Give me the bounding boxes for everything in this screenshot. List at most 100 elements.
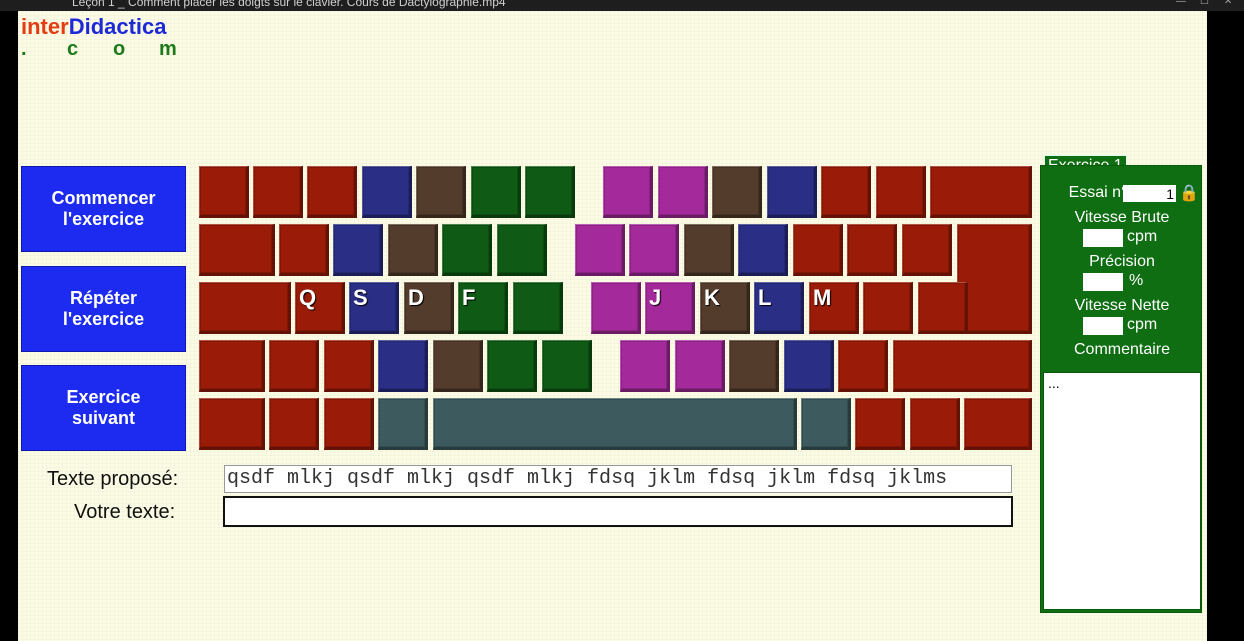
vitesse-brute-label: Vitesse Brute [1074, 209, 1170, 226]
key [784, 340, 834, 392]
logo-m: m [159, 38, 177, 60]
key [199, 166, 249, 218]
key [388, 224, 438, 276]
key-g [513, 282, 563, 334]
key [307, 166, 357, 218]
next-exercise-label: Exercice suivant [66, 387, 141, 428]
precision-unit: % [1129, 272, 1144, 289]
key-left-shift [199, 340, 265, 392]
key-f: F [458, 282, 508, 334]
key-f-label: F [462, 285, 476, 310]
key [767, 166, 817, 218]
key [712, 166, 762, 218]
typing-app: interDidactica . c o m Commencer l'exercice… [18, 11, 1207, 641]
window-titlebar: Leçon 1 _ Comment placer les doigts sur … [0, 0, 1244, 11]
key [362, 166, 412, 218]
texte-propose-field: qsdf mlkj qsdf mlkj qsdf mlkj fdsq jklm … [224, 465, 1012, 493]
key [902, 224, 952, 276]
vitesse-nette-label: Vitesse Nette [1074, 297, 1170, 314]
repeat-exercise-label: Répéter l'exercice [62, 288, 145, 329]
key-j: J [645, 282, 695, 334]
key [279, 224, 329, 276]
key-altgr [801, 398, 851, 450]
key [863, 282, 913, 334]
key [729, 340, 779, 392]
stats-panel: Essai n° 🔒 Vitesse Brute cpm Précision %… [1040, 165, 1202, 613]
precision-field [1083, 273, 1123, 291]
votre-texte-input[interactable] [223, 496, 1013, 527]
key [324, 340, 374, 392]
key-j-label: J [649, 285, 662, 310]
key [738, 224, 788, 276]
commentaire-box: ... [1043, 372, 1201, 610]
vitesse-brute-field [1083, 229, 1123, 247]
key [333, 224, 383, 276]
commentaire-label: Commentaire [1073, 341, 1171, 358]
logo-inter: inter [21, 14, 69, 39]
key-q: Q [295, 282, 345, 334]
key [324, 398, 374, 450]
key-enter [957, 224, 1032, 334]
logo-didactica: Didactica [68, 14, 167, 39]
logo-c: c [67, 38, 79, 60]
texte-propose-label: Texte proposé: [47, 468, 179, 490]
minimize-icon[interactable]: — [1176, 0, 1186, 8]
essai-input[interactable] [1123, 185, 1176, 202]
key-l: L [754, 282, 804, 334]
key-d: D [404, 282, 454, 334]
key-right-shift [893, 340, 1032, 392]
key [847, 224, 897, 276]
key [487, 340, 537, 392]
key [378, 340, 428, 392]
key [433, 340, 483, 392]
key [876, 166, 926, 218]
precision-label: Précision [1089, 253, 1155, 270]
start-exercise-button[interactable]: Commencer l'exercice [21, 166, 186, 252]
key [821, 166, 871, 218]
votre-texte-label: Votre texte: [74, 501, 176, 523]
next-exercise-button[interactable]: Exercice suivant [21, 365, 186, 451]
close-icon[interactable]: ✕ [1224, 0, 1232, 8]
key [793, 224, 843, 276]
key-l-label: L [758, 285, 772, 310]
key [575, 224, 625, 276]
key-m-label: M [813, 285, 832, 310]
key [416, 166, 466, 218]
key-k-label: K [704, 285, 720, 310]
logo-o: o [113, 38, 126, 60]
key [525, 166, 575, 218]
key [269, 398, 319, 450]
vitesse-nette-unit: cpm [1127, 316, 1158, 333]
key-spacebar [433, 398, 797, 450]
key [629, 224, 679, 276]
key-alt [378, 398, 428, 450]
key [918, 282, 968, 334]
key-s-label: S [353, 285, 368, 310]
key-d-label: D [408, 285, 424, 310]
key [442, 224, 492, 276]
logo-dot: . [21, 38, 27, 60]
key-capslock [199, 282, 291, 334]
interdidactica-logo: interDidactica . c o m [21, 14, 205, 60]
window-title: Leçon 1 _ Comment placer les doigts sur … [72, 0, 506, 9]
key-q-label: Q [299, 285, 317, 310]
key-h [591, 282, 641, 334]
vitesse-nette-field [1083, 317, 1123, 335]
vitesse-brute-unit: cpm [1127, 228, 1158, 245]
key [471, 166, 521, 218]
key [620, 340, 670, 392]
key [910, 398, 960, 450]
key [684, 224, 734, 276]
key [838, 340, 888, 392]
key-ctrl [199, 398, 265, 450]
key-m: M [809, 282, 859, 334]
key [269, 340, 319, 392]
key [497, 224, 547, 276]
maximize-icon[interactable]: ☐ [1200, 0, 1209, 8]
repeat-exercise-button[interactable]: Répéter l'exercice [21, 266, 186, 352]
key-right-ctrl [964, 398, 1032, 450]
key-s: S [349, 282, 399, 334]
key [658, 166, 708, 218]
key [542, 340, 592, 392]
key [675, 340, 725, 392]
